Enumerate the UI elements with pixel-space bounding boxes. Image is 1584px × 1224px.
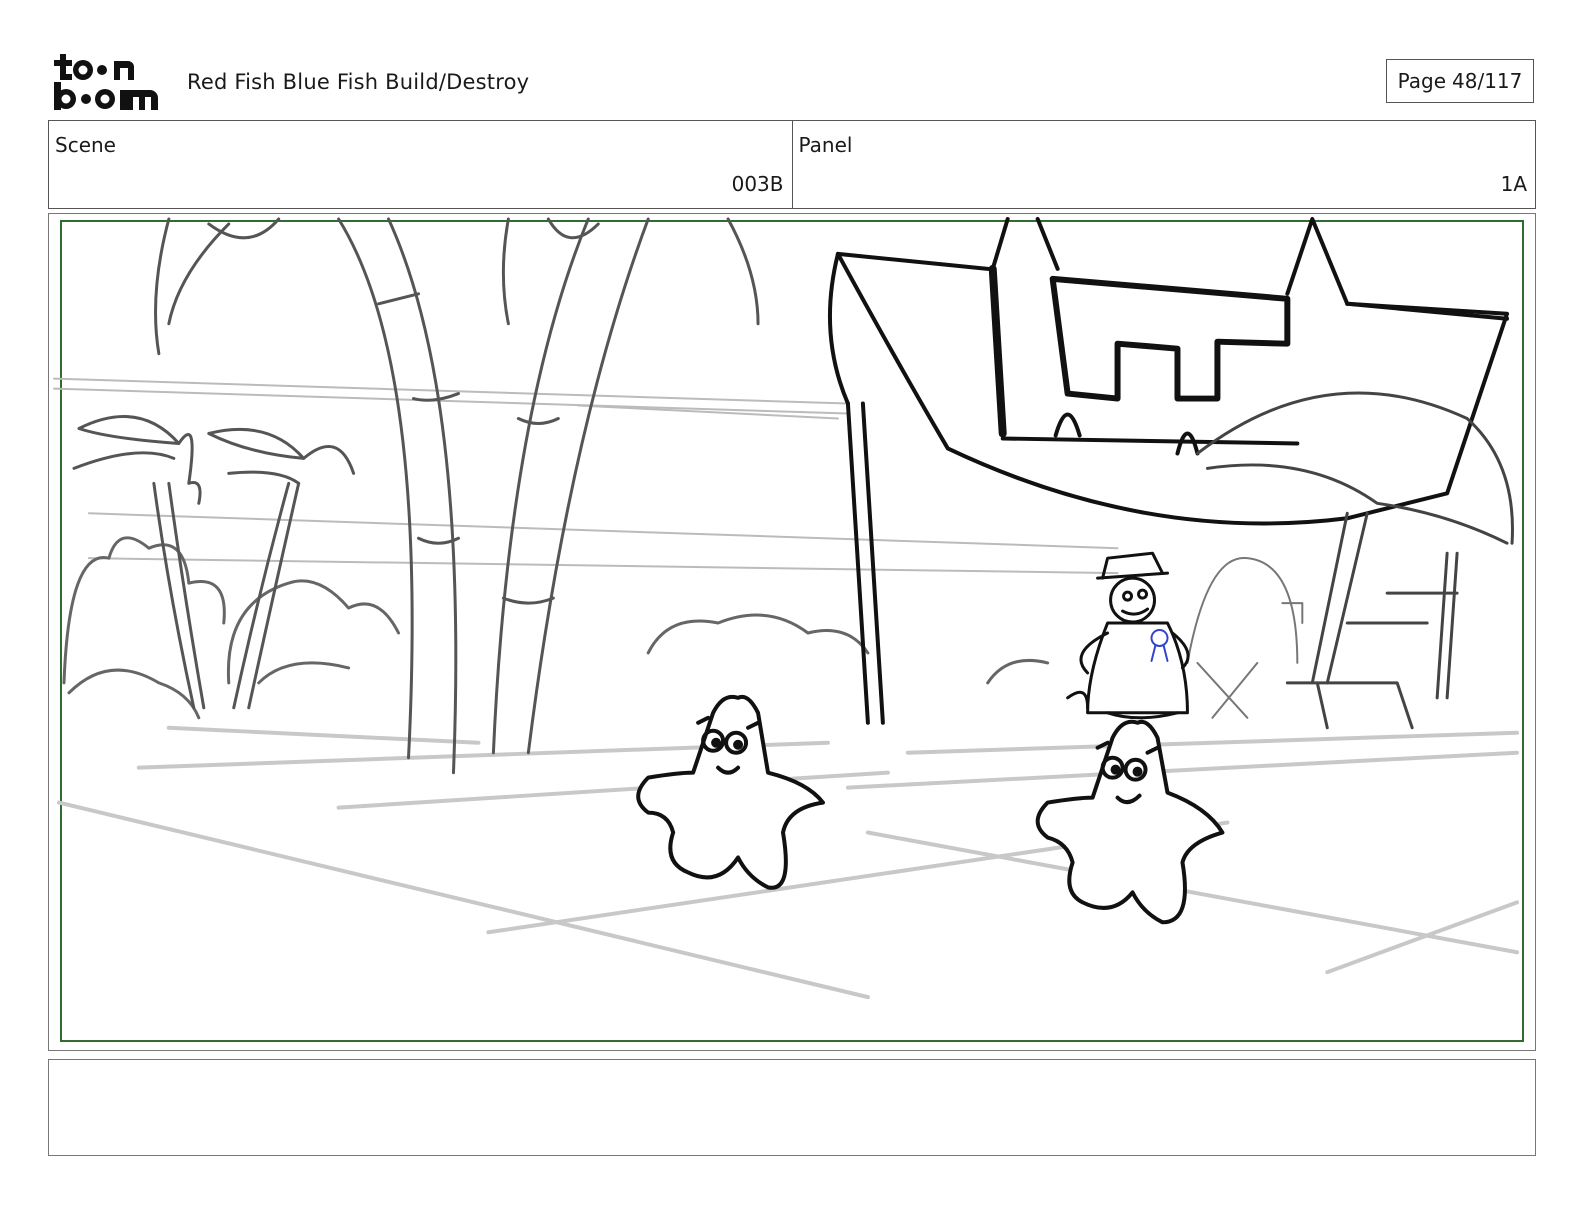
page-label: Page	[1397, 69, 1447, 93]
page-number: 48/117	[1452, 69, 1523, 93]
scene-cell: Scene 003B	[49, 121, 792, 208]
panel-label: Panel	[798, 133, 853, 157]
toon-boom-logo	[50, 52, 164, 112]
horizon-lines	[52, 377, 1119, 575]
mayor-character	[1066, 551, 1190, 720]
safe-frame	[59, 219, 1525, 1043]
ground-lines	[56, 725, 1520, 1000]
covered-chair	[1186, 557, 1304, 719]
starfish-character-left	[636, 694, 825, 890]
storyboard-sketch	[52, 216, 1525, 1043]
large-palm-trees	[154, 217, 760, 775]
project-title: Red Fish Blue Fish Build/Destroy	[187, 70, 530, 94]
scene-panel-row: Scene 003B Panel 1A	[48, 120, 1536, 209]
page-indicator: Page 48/117	[1386, 59, 1534, 103]
scene-label: Scene	[55, 133, 116, 157]
storyboard-panel	[48, 213, 1536, 1051]
panel-value: 1A	[1500, 172, 1527, 196]
panel-notes	[48, 1059, 1536, 1156]
panel-cell: Panel 1A	[791, 121, 1536, 208]
scene-value: 003B	[731, 172, 784, 196]
